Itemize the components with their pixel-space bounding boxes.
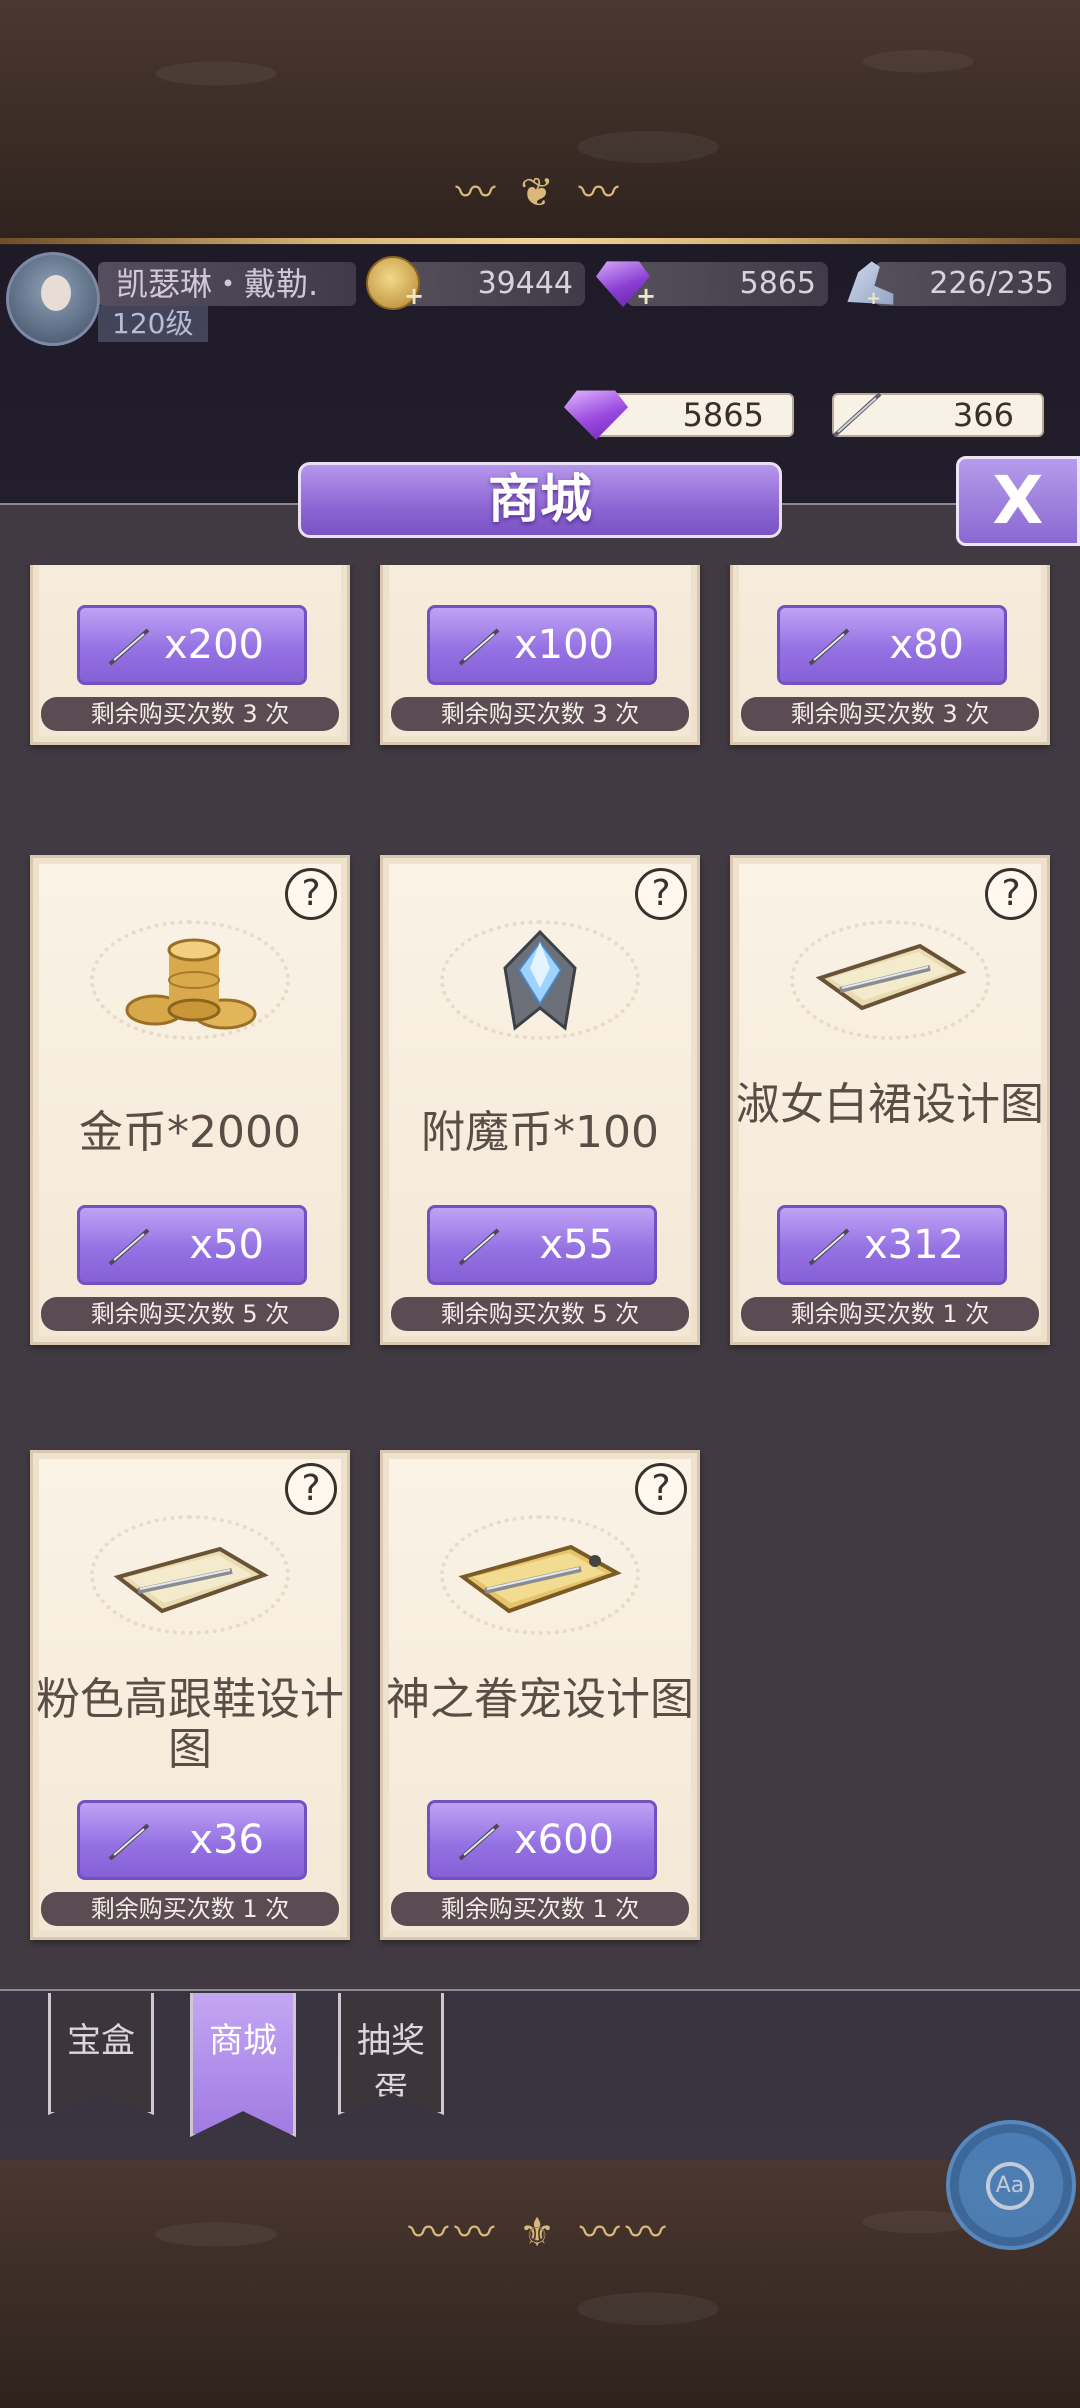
help-button[interactable]: ? (985, 868, 1037, 920)
ornament-icon: 〰〰 ⚜ 〰〰 (408, 2210, 672, 2256)
quill-pen-icon (458, 1228, 500, 1266)
stamina-counter: 226/235 (874, 262, 1066, 306)
enchant-crystal-icon (503, 929, 577, 1031)
price-label: x100 (513, 622, 614, 668)
design-blueprint-icon (113, 1546, 269, 1614)
add-stamina-icon[interactable]: + (866, 288, 881, 309)
help-button[interactable]: ? (285, 868, 337, 920)
quill-pen-icon (458, 628, 500, 666)
price-label: x55 (539, 1222, 614, 1268)
quill-pen-icon (108, 1823, 150, 1861)
buy-button[interactable]: x200 (77, 605, 307, 685)
remaining-purchases: 剩余购买次数 3 次 (41, 697, 339, 731)
player-name: 凯瑟琳・戴勒. (98, 262, 356, 306)
quill-pen-icon (108, 1228, 150, 1266)
top-decor: 〰 ❦ 〰 (0, 0, 1080, 245)
dialog-title: 商城 (298, 462, 782, 538)
shop-item-card[interactable]: ? 粉色高跟鞋设计图 x36 剩余购买次数 1 次 (30, 1450, 350, 1940)
buy-button[interactable]: x36 (77, 1800, 307, 1880)
price-label: x80 (889, 622, 964, 668)
remaining-purchases: 剩余购买次数 3 次 (741, 697, 1039, 731)
quill-pen-icon (832, 392, 882, 438)
remaining-purchases: 剩余购买次数 1 次 (391, 1892, 689, 1926)
player-level: 120级 (98, 306, 208, 342)
ornament-icon: 〰 ❦ 〰 (455, 170, 625, 216)
item-name: 附魔币*100 (421, 1107, 659, 1158)
shop-grid: x200 剩余购买次数 3 次 x100 剩余购买次数 3 次 x80 剩余购买… (0, 565, 1080, 1970)
avatar[interactable] (6, 252, 100, 346)
remaining-purchases: 剩余购买次数 5 次 (41, 1297, 339, 1331)
price-label: x600 (513, 1817, 614, 1863)
price-label: x36 (189, 1817, 264, 1863)
remaining-purchases: 剩余购买次数 1 次 (41, 1892, 339, 1926)
gold-coins-icon (125, 938, 257, 1030)
buy-button[interactable]: x50 (77, 1205, 307, 1285)
shop-item-card[interactable]: x80 剩余购买次数 3 次 (730, 565, 1050, 745)
accessibility-button[interactable]: Aa (946, 2120, 1076, 2250)
bottom-decor: 〰〰 ⚜ 〰〰 (0, 2160, 1080, 2408)
item-name: 神之眷宠设计图 (386, 1674, 694, 1725)
remaining-purchases: 剩余购买次数 1 次 (741, 1297, 1039, 1331)
remaining-purchases: 剩余购买次数 3 次 (391, 697, 689, 731)
text-zoom-icon: Aa (986, 2162, 1034, 2210)
buy-button[interactable]: x100 (427, 605, 657, 685)
design-blueprint-icon (458, 1544, 622, 1614)
quill-pen-icon (458, 1823, 500, 1861)
buy-button[interactable]: x80 (777, 605, 1007, 685)
shop-item-card[interactable]: ? 附魔币*100 x55 剩余购买次数 5 次 (380, 855, 700, 1345)
shop-item-card[interactable]: ? 淑女白裙设计图 x312 剩余购买次数 1 次 (730, 855, 1050, 1345)
quill-pen-icon (108, 628, 150, 666)
item-name: 淑女白裙设计图 (736, 1079, 1044, 1130)
help-button[interactable]: ? (635, 868, 687, 920)
price-label: x200 (163, 622, 264, 668)
buy-button[interactable]: x312 (777, 1205, 1007, 1285)
buy-button[interactable]: x55 (427, 1205, 657, 1285)
shop-item-card[interactable]: x200 剩余购买次数 3 次 (30, 565, 350, 745)
design-blueprint-icon (815, 943, 967, 1011)
add-gold-icon[interactable]: + (404, 282, 424, 310)
item-name: 金币*2000 (79, 1107, 301, 1158)
buy-button[interactable]: x600 (427, 1800, 657, 1880)
shop-item-card[interactable]: ? 神之眷宠设计图 x600 剩余购买次数 1 次 (380, 1450, 700, 1940)
item-name: 粉色高跟鞋设计图 (36, 1674, 344, 1775)
avatar-face (41, 275, 71, 311)
quill-pen-icon (808, 628, 850, 666)
help-button[interactable]: ? (285, 1463, 337, 1515)
quill-pen-icon (808, 1228, 850, 1266)
add-gem-icon[interactable]: + (636, 282, 656, 310)
price-label: x312 (863, 1222, 964, 1268)
help-button[interactable]: ? (635, 1463, 687, 1515)
remaining-purchases: 剩余购买次数 5 次 (391, 1297, 689, 1331)
divider (0, 238, 1080, 244)
close-button[interactable]: X (956, 456, 1080, 546)
shop-item-card[interactable]: ? 金币*2000 x50 剩余购买次数 5 次 (30, 855, 350, 1345)
shop-item-card[interactable]: x100 剩余购买次数 3 次 (380, 565, 700, 745)
gem-counter: 5865 (626, 262, 828, 306)
price-label: x50 (189, 1222, 264, 1268)
